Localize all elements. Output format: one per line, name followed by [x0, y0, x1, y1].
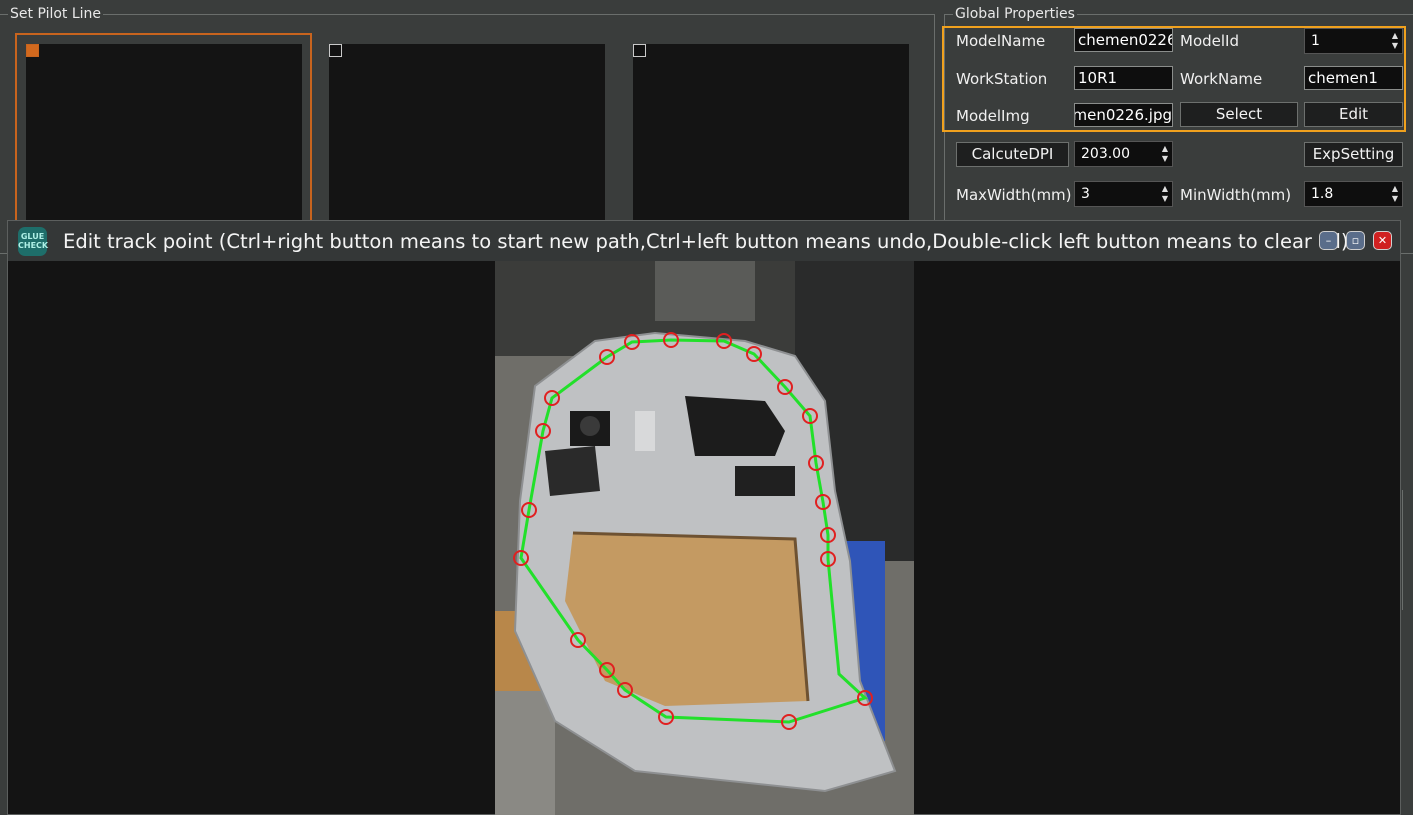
work-station-label: WorkStation [956, 70, 1048, 88]
dialog-title: Edit track point (Ctrl+right button mean… [63, 230, 1349, 253]
max-width-label: MaxWidth(mm) [956, 186, 1072, 204]
pilot-slot-3-preview[interactable] [633, 44, 909, 234]
track-point-image-canvas[interactable] [495, 261, 914, 815]
model-name-label: ModelName [956, 32, 1046, 50]
dpi-spinbox[interactable]: 203.00 ▲ ▼ [1074, 141, 1173, 167]
model-id-value: 1 [1311, 33, 1320, 49]
dpi-value: 203.00 [1081, 146, 1130, 162]
global-properties-title: Global Properties [953, 6, 1077, 22]
edit-image-button[interactable]: Edit [1304, 102, 1403, 127]
calcute-dpi-button[interactable]: CalcuteDPI [956, 142, 1069, 167]
pilot-slot-1-preview[interactable] [26, 44, 302, 234]
maximize-icon[interactable]: ▫ [1346, 231, 1365, 250]
max-width-value: 3 [1081, 186, 1090, 202]
edit-track-point-dialog: GLUE CHECK Edit track point (Ctrl+right … [7, 220, 1401, 815]
model-img-value: men0226.jpg [1074, 106, 1172, 124]
close-icon[interactable]: ✕ [1373, 231, 1392, 250]
min-width-stepper-icon[interactable]: ▲ ▼ [1390, 184, 1400, 204]
side-panel-edge [1402, 490, 1413, 610]
pilot-slot-1-checkbox[interactable] [26, 44, 39, 57]
work-station-field[interactable]: 10R1 [1074, 66, 1173, 90]
model-img-label: ModelImg [956, 107, 1030, 125]
pilot-slot-2-preview[interactable] [329, 44, 605, 234]
dpi-stepper-icon[interactable]: ▲ ▼ [1160, 144, 1170, 164]
pilot-slot-3-checkbox[interactable] [633, 44, 646, 57]
pilot-slot-2-checkbox[interactable] [329, 44, 342, 57]
work-name-field[interactable]: chemen1 [1304, 66, 1403, 90]
model-name-field[interactable]: chemen0226 [1074, 28, 1173, 52]
min-width-label: MinWidth(mm) [1180, 186, 1292, 204]
max-width-stepper-icon[interactable]: ▲ ▼ [1160, 184, 1170, 204]
pilot-line-title: Set Pilot Line [8, 6, 104, 22]
door-panel-photo[interactable] [495, 261, 914, 815]
exp-setting-button[interactable]: ExpSetting [1304, 142, 1403, 167]
model-id-label: ModelId [1180, 32, 1239, 50]
max-width-spinbox[interactable]: 3 ▲ ▼ [1074, 181, 1173, 207]
min-width-spinbox[interactable]: 1.8 ▲ ▼ [1304, 181, 1403, 207]
dialog-titlebar[interactable]: GLUE CHECK Edit track point (Ctrl+right … [8, 221, 1400, 261]
select-image-button[interactable]: Select [1180, 102, 1298, 127]
model-img-field[interactable]: men0226.jpg [1074, 103, 1173, 127]
model-id-stepper-icon[interactable]: ▲ ▼ [1390, 31, 1400, 51]
work-name-label: WorkName [1180, 70, 1263, 88]
model-id-spinbox[interactable]: 1 ▲ ▼ [1304, 28, 1403, 54]
glue-check-logo-icon: GLUE CHECK [18, 227, 48, 256]
minimize-icon[interactable]: – [1319, 231, 1338, 250]
min-width-value: 1.8 [1311, 186, 1334, 202]
